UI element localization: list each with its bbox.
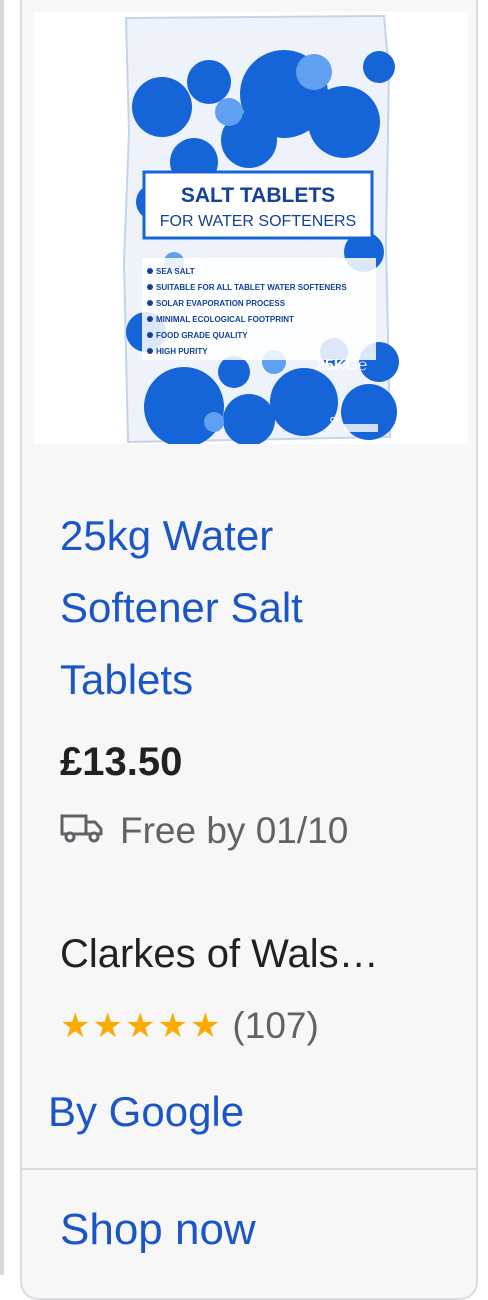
truck-icon [60, 810, 104, 852]
salt-bag-image: SALT TABLETS FOR WATER SOFTENERS SEA SAL… [122, 14, 399, 444]
product-title[interactable]: 25kg Water Softener Salt Tablets [60, 500, 440, 716]
bag-bullet: MINIMAL ECOLOGICAL FOOTPRINT [156, 315, 294, 324]
shipping-info: Free by 01/10 [60, 810, 348, 852]
bag-bullet: SOLAR EVAPORATION PROCESS [156, 299, 286, 308]
star-rating: ★ ★ ★ ★ ★ [60, 1006, 220, 1046]
star-icon: ★ [60, 1007, 91, 1045]
shipping-text: Free by 01/10 [120, 810, 349, 851]
bag-bullet: FOOD GRADE QUALITY [156, 331, 248, 340]
bag-maker-mark: CW [330, 417, 342, 424]
star-icon: ★ [92, 1007, 123, 1045]
rating-row: ★ ★ ★ ★ ★ (107) [60, 1005, 319, 1047]
product-price: £13.50 [60, 740, 183, 784]
left-edge-rule [0, 0, 4, 1275]
seller-name: Clarkes of Wals… [60, 932, 379, 976]
bag-bullet: SUITABLE FOR ALL TABLET WATER SOFTENERS [156, 283, 347, 292]
star-icon: ★ [189, 1007, 221, 1045]
bag-title-line1: SALT TABLETS [181, 184, 335, 207]
by-google-link[interactable]: By Google [48, 1088, 244, 1136]
star-icon: ★ [124, 1007, 156, 1045]
product-image[interactable]: SALT TABLETS FOR WATER SOFTENERS SEA SAL… [34, 12, 468, 444]
bag-bullet: HIGH PURITY [156, 347, 208, 356]
product-card[interactable]: SALT TABLETS FOR WATER SOFTENERS SEA SAL… [20, 0, 478, 1300]
divider [22, 1168, 476, 1170]
rating-count: (107) [232, 1005, 319, 1046]
bag-weight: 25KG℮ [316, 357, 368, 374]
bag-bullet: SEA SALT [156, 267, 195, 276]
star-icon: ★ [157, 1007, 188, 1045]
shop-now-button[interactable]: Shop now [60, 1205, 256, 1255]
bag-title-line2: FOR WATER SOFTENERS [160, 213, 356, 230]
